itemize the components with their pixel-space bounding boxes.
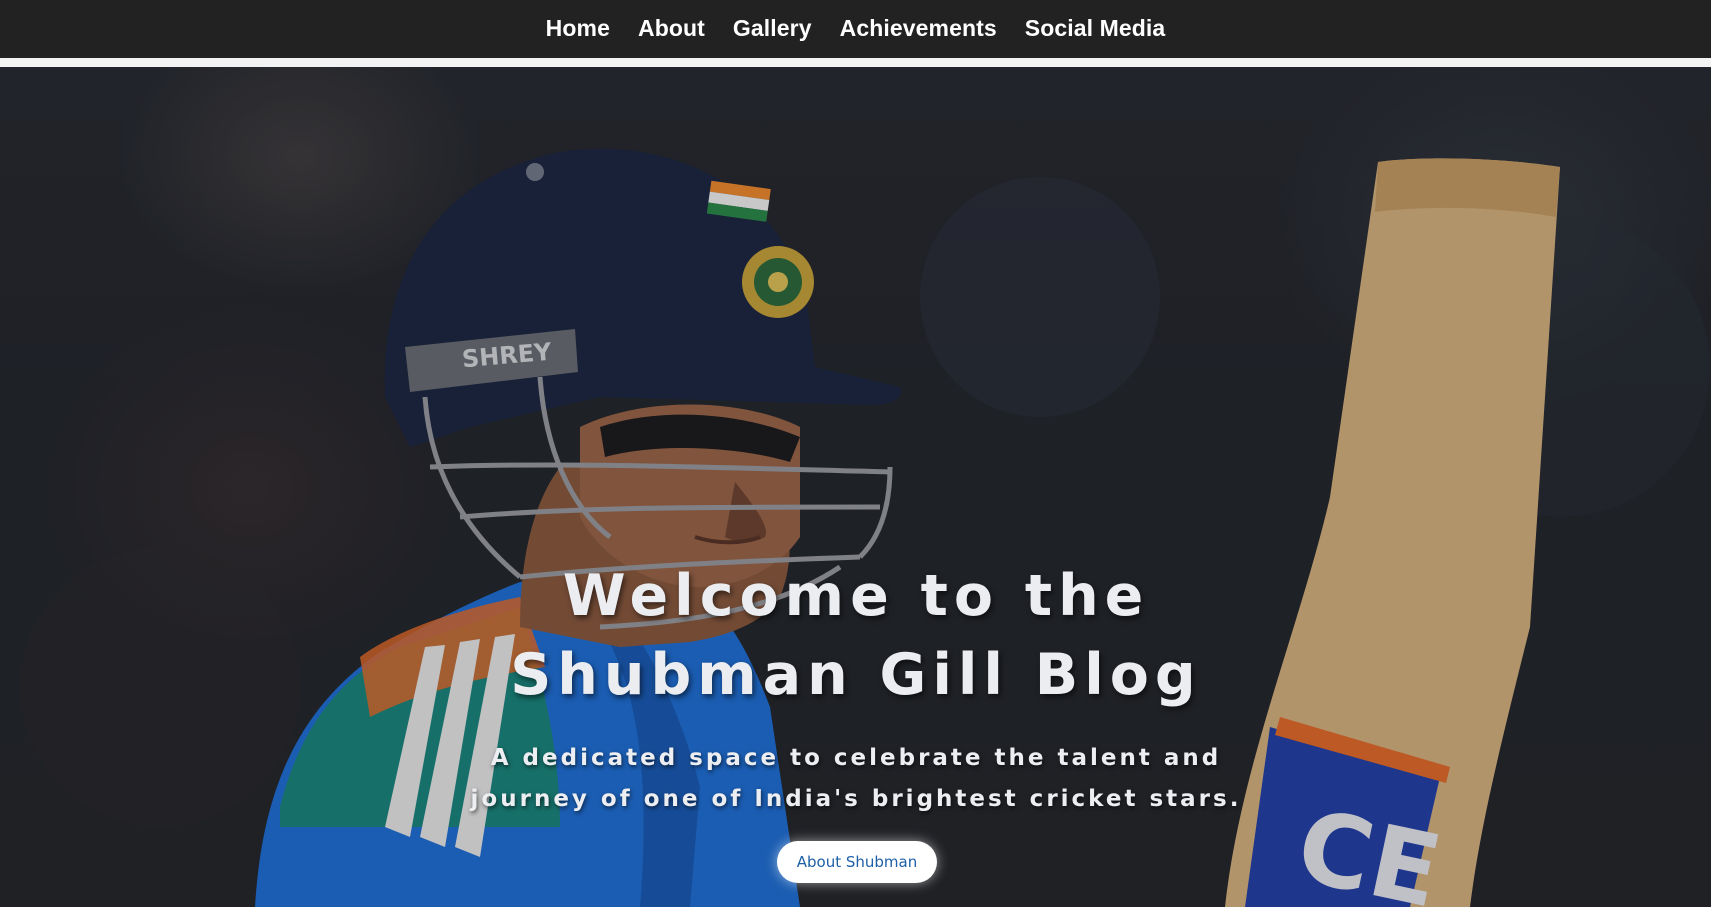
hero-content: Welcome to the Shubman Gill Blog A dedic…: [0, 67, 1711, 907]
nav-item-achievements: Achievements: [840, 15, 997, 42]
nav-item-gallery: Gallery: [733, 15, 812, 42]
nav-link-about[interactable]: About: [638, 15, 705, 41]
nav-item-home: Home: [546, 15, 610, 42]
nav-item-about: About: [638, 15, 705, 42]
nav-link-gallery[interactable]: Gallery: [733, 15, 812, 41]
hero-title: Welcome to the Shubman Gill Blog: [356, 557, 1356, 715]
hero-subtitle-line-2: journey of one of India's brightest cric…: [470, 786, 1242, 812]
nav-item-social-media: Social Media: [1025, 15, 1166, 42]
nav-menu: Home About Gallery Achievements Social M…: [546, 15, 1166, 42]
hero-title-line-2: Shubman Gill Blog: [510, 642, 1202, 708]
hero-title-line-1: Welcome to the: [562, 563, 1150, 629]
hero-subtitle-line-1: A dedicated space to celebrate the talen…: [490, 745, 1222, 771]
top-navbar: Home About Gallery Achievements Social M…: [0, 0, 1711, 58]
hero-subtitle: A dedicated space to celebrate the talen…: [406, 738, 1306, 820]
hero-section: SHREY CE Welcome to the Shubman Gill Blo…: [0, 67, 1711, 907]
nav-divider: [0, 58, 1711, 67]
about-shubman-button[interactable]: About Shubman: [777, 841, 937, 883]
nav-link-home[interactable]: Home: [546, 15, 610, 41]
nav-link-achievements[interactable]: Achievements: [840, 15, 997, 41]
nav-link-social-media[interactable]: Social Media: [1025, 15, 1166, 41]
